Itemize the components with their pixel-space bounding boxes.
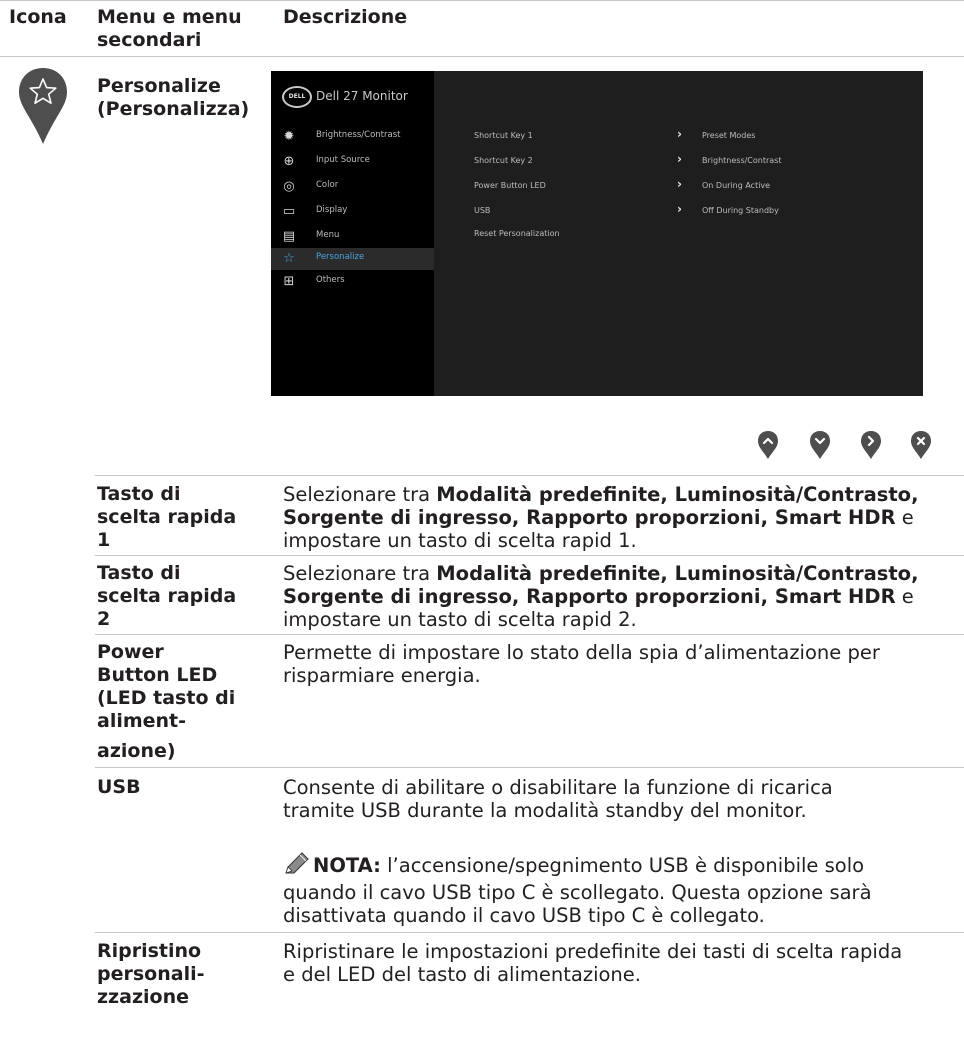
osd-option-reset-personalization[interactable]: Reset Personalization xyxy=(474,229,560,238)
shortcut1-label-line2: scelta rapida xyxy=(97,506,237,528)
row-rule xyxy=(95,555,964,556)
chevron-right-icon: › xyxy=(677,152,682,166)
shortcut1-desc-line1: Selezionare tra Modalità predefinite, Lu… xyxy=(283,483,919,506)
osd-value-shortcut-key-1: Preset Modes xyxy=(702,131,756,140)
osd-option-usb[interactable]: USB xyxy=(474,206,490,215)
row-rule xyxy=(95,634,964,635)
top-rule xyxy=(0,0,964,1)
osd-menu-others[interactable]: ⊞ Others xyxy=(271,271,434,293)
power-led-label-line5: azione) xyxy=(97,740,176,762)
reset-desc-line2: e del LED del tasto di alimentazione. xyxy=(283,963,641,986)
row-rule xyxy=(95,767,964,768)
display-icon: ▭ xyxy=(282,204,296,219)
menu-icon: ▤ xyxy=(282,229,296,244)
power-led-label-line4: aliment- xyxy=(97,710,187,732)
usb-note-line3: disattivata quando il cavo USB tipo C è … xyxy=(283,904,765,927)
power-led-label-line2: Button LED xyxy=(97,664,218,686)
shortcut1-label-line1: Tasto di xyxy=(97,483,181,505)
section-title-line2: (Personalizza) xyxy=(97,98,250,120)
shortcut1-desc-line3: impostare un tasto di scelta rapid 1. xyxy=(283,529,637,552)
chevron-right-icon: › xyxy=(677,177,682,191)
others-icon: ⊞ xyxy=(283,274,295,289)
down-icon[interactable] xyxy=(809,430,831,460)
usb-label: USB xyxy=(97,776,141,798)
reset-label-line2: personali- xyxy=(97,963,205,985)
shortcut2-label-line1: Tasto di xyxy=(97,562,181,584)
usb-note-line2: quando il cavo USB tipo C è scollegato. … xyxy=(283,881,872,904)
osd-screenshot: DELL Dell 27 Monitor ✹ Brightness/Contra… xyxy=(271,71,923,396)
chevron-right-icon: › xyxy=(677,127,682,141)
shortcut2-desc-line3: impostare un tasto di scelta rapid 2. xyxy=(283,608,637,631)
osd-menu-color[interactable]: ◎ Color xyxy=(271,176,434,198)
shortcut2-label-line2: scelta rapida xyxy=(97,585,237,607)
reset-desc-line1: Ripristinare le impostazioni predefinite… xyxy=(283,940,903,963)
osd-value-shortcut-key-2: Brightness/Contrast xyxy=(702,156,782,165)
input-source-icon: ⊕ xyxy=(283,154,295,169)
osd-menu-personalize[interactable]: ☆ Personalize xyxy=(271,248,434,270)
power-led-label-line3: (LED tasto di xyxy=(97,687,236,709)
usb-desc-line2: tramite USB durante la modalità standby … xyxy=(283,799,807,822)
row-rule xyxy=(95,475,964,476)
shortcut1-label-line3: 1 xyxy=(97,529,111,551)
osd-value-power-button-led: On During Active xyxy=(702,181,771,190)
reset-label-line3: zzazione xyxy=(97,986,189,1008)
brightness-icon: ✹ xyxy=(283,129,295,144)
note-pencil-icon xyxy=(283,852,313,876)
chevron-right-icon: › xyxy=(677,202,682,216)
reset-label-line1: Ripristino xyxy=(97,940,202,962)
shortcut1-desc-line2: Sorgente di ingresso, Rapporto proporzio… xyxy=(283,506,914,529)
usb-note-line1: NOTA: l’accensione/spegnimento USB è dis… xyxy=(283,852,953,877)
up-icon[interactable] xyxy=(757,430,779,460)
shortcut2-desc-line1: Selezionare tra Modalità predefinite, Lu… xyxy=(283,562,919,585)
power-led-label-line1: Power xyxy=(97,641,164,663)
header-menu-col-line2: secondari xyxy=(97,29,202,51)
shortcut2-label-line3: 2 xyxy=(97,608,111,630)
osd-menu-input-source[interactable]: ⊕ Input Source xyxy=(271,151,434,173)
shortcut2-desc-line2: Sorgente di ingresso, Rapporto proporzio… xyxy=(283,585,914,608)
header-icon-col: Icona xyxy=(9,6,67,28)
header-desc-col: Descrizione xyxy=(283,6,408,28)
osd-menu-brightness[interactable]: ✹ Brightness/Contrast xyxy=(271,126,434,148)
header-rule xyxy=(0,56,964,57)
osd-option-shortcut-key-1[interactable]: Shortcut Key 1 xyxy=(474,131,533,140)
section-title-line1: Personalize xyxy=(97,75,221,97)
osd-menu-menu[interactable]: ▤ Menu xyxy=(271,226,434,248)
star-icon xyxy=(17,66,69,146)
row-rule xyxy=(95,932,964,933)
osd-value-usb: Off During Standby xyxy=(702,206,779,215)
osd-menu-display[interactable]: ▭ Display xyxy=(271,201,434,223)
power-led-desc-line2: risparmiare energia. xyxy=(283,664,481,687)
header-menu-col-line1: Menu e menu xyxy=(97,6,242,28)
power-led-desc-line1: Permette di impostare lo stato della spi… xyxy=(283,641,880,664)
color-icon: ◎ xyxy=(283,179,295,194)
star-icon: ☆ xyxy=(283,251,295,266)
osd-sidebar: DELL Dell 27 Monitor ✹ Brightness/Contra… xyxy=(271,71,434,396)
osd-option-power-button-led[interactable]: Power Button LED xyxy=(474,181,546,190)
osd-option-shortcut-key-2[interactable]: Shortcut Key 2 xyxy=(474,156,533,165)
osd-title: Dell 27 Monitor xyxy=(316,89,408,103)
dell-logo: DELL xyxy=(282,86,312,108)
usb-desc-line1: Consente di abilitare o disabilitare la … xyxy=(283,776,833,799)
close-icon[interactable] xyxy=(910,430,932,460)
right-icon[interactable] xyxy=(860,430,882,460)
